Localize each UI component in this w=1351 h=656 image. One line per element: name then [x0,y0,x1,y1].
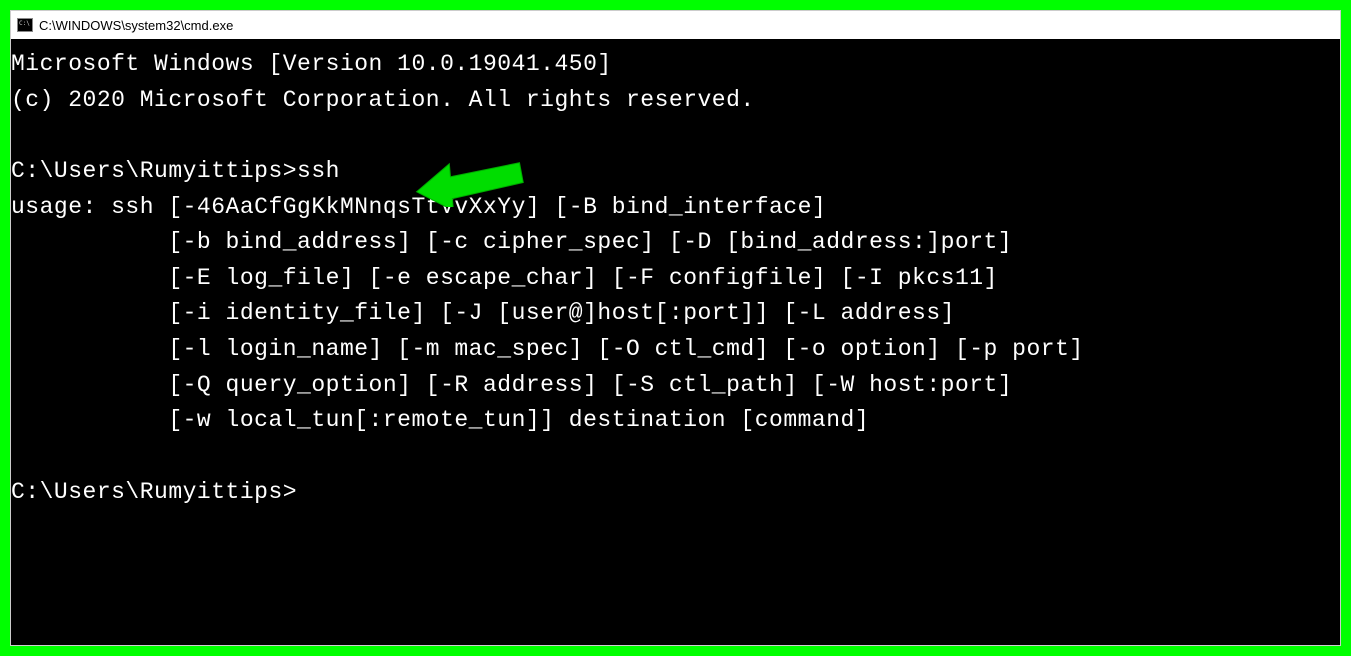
titlebar[interactable]: C:\WINDOWS\system32\cmd.exe [11,11,1340,39]
version-line: Microsoft Windows [Version 10.0.19041.45… [11,51,612,77]
titlebar-text: C:\WINDOWS\system32\cmd.exe [39,18,233,33]
usage-line: [-l login_name] [-m mac_spec] [-O ctl_cm… [11,336,1084,362]
prompt-empty: C:\Users\Rumyittips> [11,479,297,505]
usage-line: [-w local_tun[:remote_tun]] destination … [11,407,869,433]
prompt-ssh-command: C:\Users\Rumyittips>ssh [11,158,340,184]
usage-line: usage: ssh [-46AaCfGgKkMNnqsTtVvXxYy] [-… [11,194,826,220]
terminal-output: Microsoft Windows [Version 10.0.19041.45… [11,47,1340,510]
copyright-line: (c) 2020 Microsoft Corporation. All righ… [11,87,755,113]
usage-line: [-E log_file] [-e escape_char] [-F confi… [11,265,998,291]
cmd-window: C:\WINDOWS\system32\cmd.exe Microsoft Wi… [10,10,1341,646]
usage-line: [-i identity_file] [-J [user@]host[:port… [11,300,955,326]
terminal-area[interactable]: Microsoft Windows [Version 10.0.19041.45… [11,39,1340,645]
usage-line: [-Q query_option] [-R address] [-S ctl_p… [11,372,1012,398]
cmd-icon [17,18,33,32]
usage-line: [-b bind_address] [-c cipher_spec] [-D [… [11,229,1012,255]
